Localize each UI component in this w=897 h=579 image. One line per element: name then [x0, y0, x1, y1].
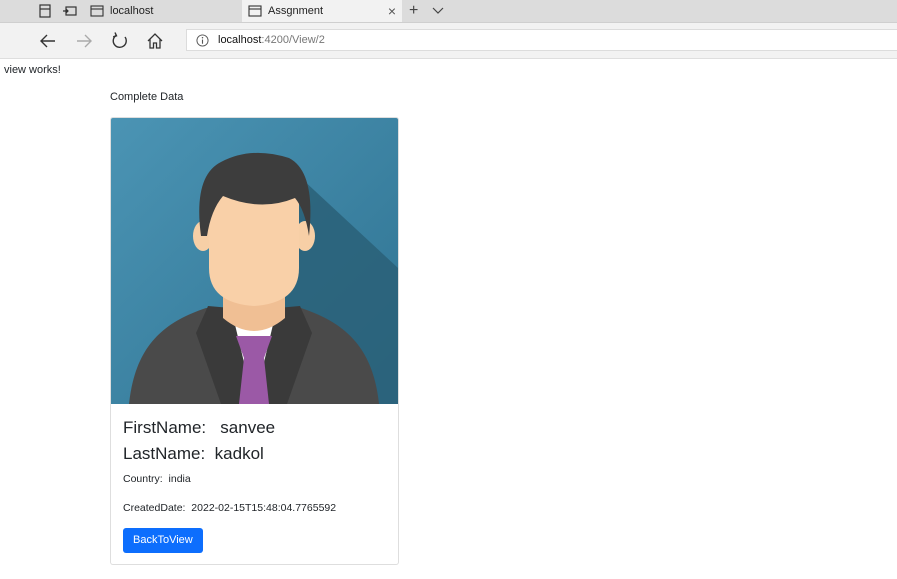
back-arrow-icon[interactable] — [38, 31, 58, 51]
url-host: localhost — [218, 34, 262, 46]
first-name-label: FirstName: — [123, 418, 207, 437]
country-row: Country: india — [123, 473, 191, 485]
address-bar[interactable]: localhost:4200/View/2 — [186, 29, 897, 51]
user-card: FirstName: sanvee LastName: kadkol Count… — [110, 117, 399, 565]
last-name-label: LastName: — [123, 444, 206, 463]
view-status-text: view works! — [4, 64, 61, 76]
tab-preview-icon[interactable] — [37, 3, 53, 19]
person-avatar-icon — [111, 118, 398, 404]
country-label: Country: — [123, 473, 163, 485]
navigation-bar: localhost:4200/View/2 — [0, 23, 897, 59]
tab-title: localhost — [110, 5, 154, 17]
tab-list-chevron-icon[interactable] — [432, 4, 444, 16]
country-value: india — [168, 473, 191, 485]
url-text: localhost:4200/View/2 — [218, 30, 325, 50]
created-date-value: 2022-02-15T15:48:04.7765592 — [191, 502, 337, 514]
set-aside-tabs-icon[interactable] — [62, 3, 78, 19]
first-name-row: FirstName: sanvee — [123, 418, 275, 438]
created-date-label: CreatedDate: — [123, 502, 186, 514]
tab-strip: localhost Assgnment × + — [0, 0, 897, 23]
tab-localhost[interactable]: localhost — [84, 0, 242, 22]
page-heading: Complete Data — [110, 91, 184, 103]
forward-arrow-icon[interactable] — [74, 31, 94, 51]
home-icon[interactable] — [145, 31, 165, 51]
url-path: :4200/View/2 — [261, 34, 325, 46]
tab-page-icon — [90, 5, 104, 17]
back-to-view-button[interactable]: BackToView — [123, 528, 203, 553]
tab-assgnment[interactable]: Assgnment × — [242, 0, 402, 22]
last-name-row: LastName: kadkol — [123, 444, 264, 464]
first-name-value: sanvee — [220, 418, 276, 437]
created-date-row: CreatedDate: 2022-02-15T15:48:04.7765592 — [123, 502, 336, 514]
close-tab-icon[interactable]: × — [388, 0, 396, 22]
site-info-icon[interactable] — [196, 34, 209, 47]
tab-title: Assgnment — [268, 5, 324, 17]
new-tab-button[interactable]: + — [409, 0, 418, 22]
refresh-icon[interactable] — [110, 31, 130, 51]
last-name-value: kadkol — [214, 444, 264, 463]
tab-page-icon — [248, 5, 262, 17]
